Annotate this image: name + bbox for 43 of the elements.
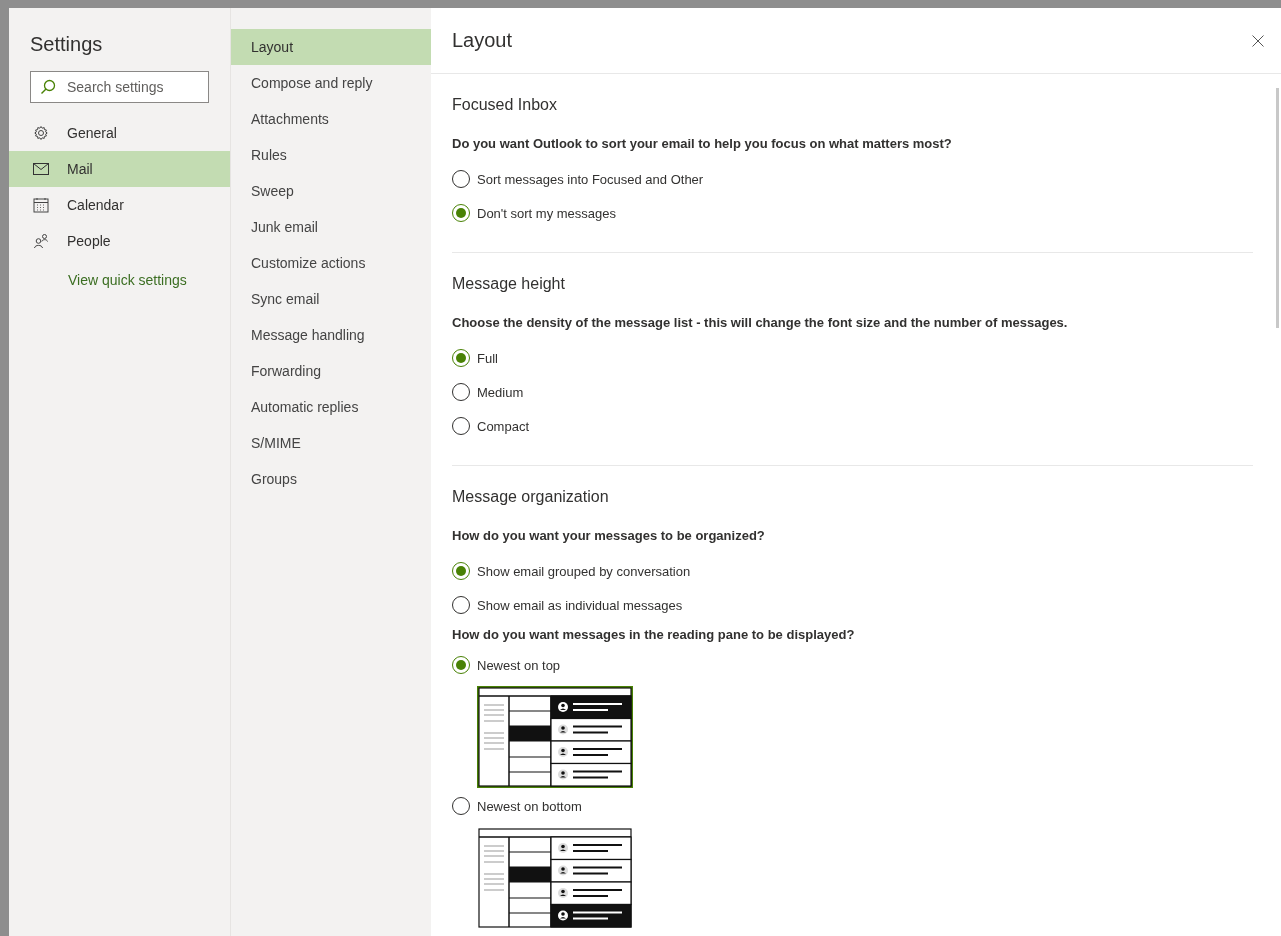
question-text: How do you want messages in the reading pane to be displayed? [452, 626, 856, 644]
settings-title: Settings [29, 32, 104, 57]
section-heading: Message organization [452, 487, 610, 507]
radio-option[interactable]: Newest on top [452, 648, 1253, 682]
radio-option[interactable]: Sort messages into Focused and Other [452, 162, 1253, 196]
mail-settings-item[interactable]: Compose and reply [231, 65, 431, 101]
radio-option[interactable]: Show email as individual messages [452, 588, 1253, 622]
section-heading: Message height [452, 274, 566, 294]
settings-nav-item[interactable]: People [9, 223, 230, 259]
mail-settings-item[interactable]: Sweep [231, 173, 431, 209]
radio-option[interactable]: Medium [452, 375, 1253, 409]
mail-settings-item[interactable]: Sync email [231, 281, 431, 317]
mail-settings-item[interactable]: Junk email [231, 209, 431, 245]
radio-option[interactable]: Compact [452, 409, 1253, 443]
question-text: How do you want your messages to be organized? [452, 527, 766, 545]
settings-nav-item[interactable]: General [9, 115, 230, 151]
calendar-icon [33, 197, 49, 213]
question-text: Choose the density of the message list - this will change the font size and the number of messages. [452, 314, 1069, 332]
mail-settings-item[interactable]: Message handling [231, 317, 431, 353]
mail-settings-item[interactable]: Rules [231, 137, 431, 173]
question-text: Do you want Outlook to sort your email to help you focus on what matters most? [452, 135, 953, 153]
people-icon [33, 233, 49, 249]
radio-option[interactable]: Show email grouped by conversation [452, 554, 1253, 588]
scrollbar[interactable] [1276, 88, 1279, 328]
mail-settings-item[interactable]: Forwarding [231, 353, 431, 389]
view-quick-settings-link[interactable]: View quick settings [68, 271, 187, 289]
section-heading: Focused Inbox [452, 95, 558, 115]
radio-option[interactable]: Full [452, 341, 1253, 375]
envelope-icon [33, 163, 49, 175]
mail-settings-item[interactable]: Layout [231, 29, 431, 65]
settings-nav-item[interactable]: Calendar [9, 187, 230, 223]
page-title: Layout [452, 29, 513, 52]
mail-settings-item[interactable]: Groups [231, 461, 431, 497]
mail-settings-item[interactable]: Customize actions [231, 245, 431, 281]
mail-settings-item[interactable]: Attachments [231, 101, 431, 137]
radio-option[interactable]: Don't sort my messages [452, 196, 1253, 230]
close-icon[interactable] [1252, 34, 1264, 47]
gear-icon [33, 125, 49, 141]
mail-settings-item[interactable]: S/MIME [231, 425, 431, 461]
radio-option[interactable]: Newest on bottom [452, 789, 1253, 823]
mail-settings-item[interactable]: Automatic replies [231, 389, 431, 425]
settings-nav-item[interactable]: Mail [9, 151, 230, 187]
search-field[interactable]: Search settings [30, 71, 209, 103]
